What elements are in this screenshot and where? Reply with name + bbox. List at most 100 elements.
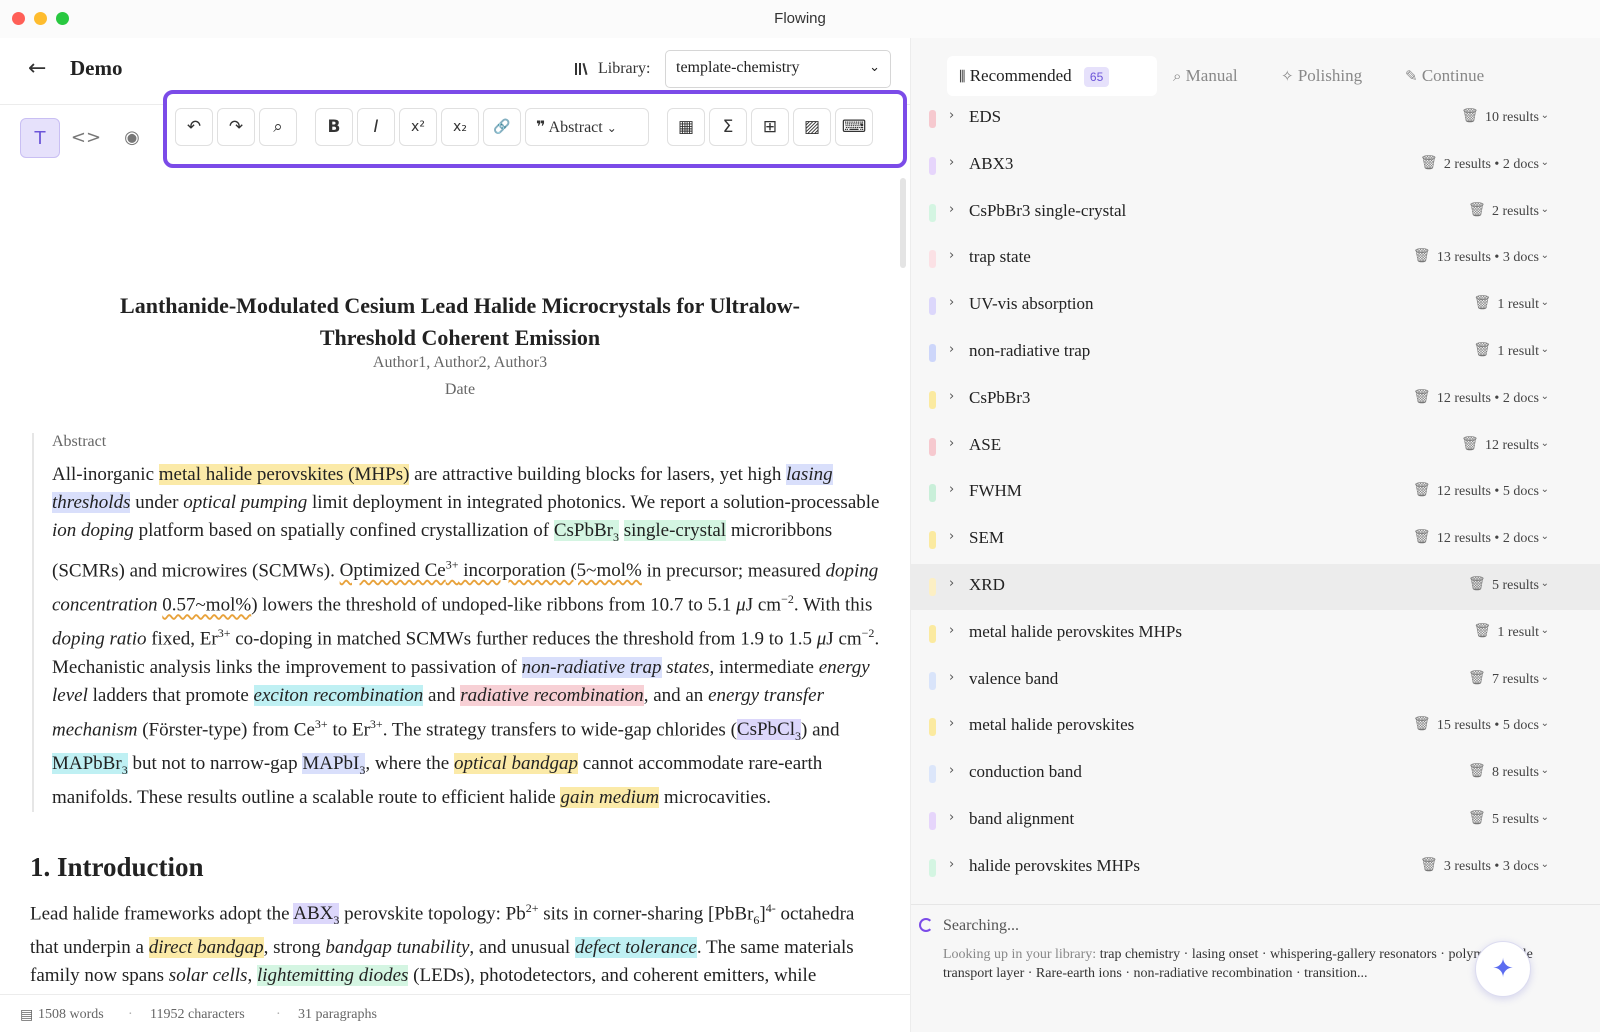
chevron-right-icon[interactable]: › (949, 202, 954, 217)
chevron-down-icon[interactable]: ⌄ (1541, 391, 1549, 402)
list-item[interactable]: › non-radiative trap 1 result 🗑 ⌄ (911, 330, 1600, 376)
trash-icon[interactable]: 🗑 (1413, 389, 1431, 405)
list-item[interactable]: › trap state 13 results • 3 docs 🗑 ⌄ (911, 236, 1600, 282)
trash-icon[interactable]: 🗑 (1468, 670, 1486, 686)
list-item[interactable]: › metal halide perovskites MHPs 1 result 🗑 ⌄ (911, 611, 1600, 657)
subscript-icon[interactable]: x₂ (441, 108, 479, 146)
chevron-right-icon[interactable]: › (949, 248, 954, 263)
chevron-right-icon[interactable]: › (949, 529, 954, 544)
chevron-right-icon[interactable]: › (949, 295, 954, 310)
preview-mode-icon[interactable]: ◉ (112, 118, 152, 158)
undo-icon[interactable]: ↶ (175, 108, 213, 146)
chevron-down-icon[interactable]: ⌄ (1541, 344, 1549, 355)
chevron-down-icon[interactable]: ⌄ (1541, 250, 1549, 261)
chevron-right-icon[interactable]: › (949, 482, 954, 497)
tab-manual[interactable]: ⌕ Manual (1161, 56, 1250, 96)
list-item[interactable]: › band alignment 5 results 🗑 ⌄ (911, 798, 1600, 844)
ai-assistant-sparkle-icon[interactable]: ✦ (1475, 941, 1531, 997)
chevron-right-icon[interactable]: › (949, 623, 954, 638)
bold-icon[interactable]: B (315, 108, 353, 146)
trash-icon[interactable]: 🗑 (1461, 108, 1479, 124)
trash-icon[interactable]: 🗑 (1473, 623, 1491, 639)
library-select[interactable]: template-chemistry ⌄ (665, 50, 891, 88)
trash-icon[interactable]: 🗑 (1473, 342, 1491, 358)
tab-polishing[interactable]: ✧ Polishing (1269, 56, 1374, 96)
chevron-down-icon[interactable]: ⌄ (1541, 484, 1549, 495)
chevron-right-icon[interactable]: › (949, 108, 954, 123)
tab-recommended[interactable]: ⫼ Recommended 65 (947, 56, 1157, 96)
chevron-right-icon[interactable]: › (949, 576, 954, 591)
list-item[interactable]: › CsPbBr3 12 results • 2 docs 🗑 ⌄ (911, 377, 1600, 423)
text-mode-icon[interactable]: T (20, 118, 60, 158)
image-icon[interactable]: ▨ (793, 108, 831, 146)
quote-icon: ❞ (536, 117, 546, 136)
trash-icon[interactable]: 🗑 (1420, 857, 1438, 873)
list-item[interactable]: › conduction band 8 results 🗑 ⌄ (911, 751, 1600, 797)
trash-icon[interactable]: 🗑 (1413, 482, 1431, 498)
trash-icon[interactable]: 🗑 (1468, 810, 1486, 826)
block-style-dropdown[interactable]: ❞ Abstract ⌄ (525, 108, 649, 146)
chevron-down-icon[interactable]: ⌄ (1541, 625, 1549, 636)
list-item[interactable]: › XRD 5 results 🗑 ⌄ (911, 564, 1600, 610)
chevron-down-icon[interactable]: ⌄ (1541, 578, 1549, 589)
trash-icon[interactable]: 🗑 (1413, 529, 1431, 545)
trash-icon[interactable]: 🗑 (1468, 576, 1486, 592)
chevron-right-icon[interactable]: › (949, 857, 954, 872)
chevron-right-icon[interactable]: › (949, 342, 954, 357)
list-item[interactable]: › halide perovskites MHPs 3 results • 3 do… (911, 845, 1600, 891)
chevron-down-icon[interactable]: ⌄ (1541, 438, 1549, 449)
chevron-down-icon[interactable]: ⌄ (1541, 204, 1549, 215)
list-item[interactable]: › EDS 10 results 🗑 ⌄ (911, 96, 1600, 142)
chevron-down-icon[interactable]: ⌄ (1541, 531, 1549, 542)
chevron-down-icon[interactable]: ⌄ (1541, 718, 1549, 729)
link-icon[interactable]: 🔗 (483, 108, 521, 146)
trash-icon[interactable]: 🗑 (1461, 436, 1479, 452)
chevron-down-icon[interactable]: ⌄ (1541, 297, 1549, 308)
trash-icon[interactable]: 🗑 (1468, 763, 1486, 779)
chevron-down-icon[interactable]: ⌄ (1541, 859, 1549, 870)
chevron-down-icon[interactable]: ⌄ (1541, 157, 1549, 168)
searching-label: Searching... (943, 917, 1019, 934)
back-arrow-icon[interactable]: ← (28, 56, 54, 82)
keyboard-icon[interactable]: ⌨ (835, 108, 873, 146)
list-item[interactable]: › metal halide perovskites 15 results • 5 … (911, 704, 1600, 750)
document-editor[interactable]: Lanthanide-Modulated Cesium Lead Halide … (0, 178, 900, 994)
code-mode-icon[interactable]: <> (66, 118, 106, 158)
chevron-right-icon[interactable]: › (949, 810, 954, 825)
list-item[interactable]: › SEM 12 results • 2 docs 🗑 ⌄ (911, 517, 1600, 563)
table-icon[interactable]: ⊞ (751, 108, 789, 146)
chevron-right-icon[interactable]: › (949, 155, 954, 170)
trash-icon[interactable]: 🗑 (1420, 155, 1438, 171)
list-item[interactable]: › valence band 7 results 🗑 ⌄ (911, 658, 1600, 704)
chevron-right-icon[interactable]: › (949, 763, 954, 778)
sigma-icon[interactable]: Σ (709, 108, 747, 146)
list-item-label: conduction band (969, 762, 1082, 782)
list-item[interactable]: › ASE 12 results 🗑 ⌄ (911, 424, 1600, 470)
chevron-right-icon[interactable]: › (949, 670, 954, 685)
italic-icon[interactable]: I (357, 108, 395, 146)
editor-scrollbar[interactable] (900, 178, 906, 268)
search-icon[interactable]: ⌕ (259, 108, 297, 146)
list-item[interactable]: › CsPbBr3 single-crystal 2 results 🗑 ⌄ (911, 190, 1600, 236)
abstract-label: Abstract (52, 433, 107, 450)
list-item[interactable]: › UV-vis absorption 1 result 🗑 ⌄ (911, 283, 1600, 329)
chevron-right-icon[interactable]: › (949, 436, 954, 451)
chevron-right-icon[interactable]: › (949, 716, 954, 731)
chevron-right-icon[interactable]: › (949, 389, 954, 404)
trash-icon[interactable]: 🗑 (1413, 716, 1431, 732)
trash-icon[interactable]: 🗑 (1468, 202, 1486, 218)
superscript-icon[interactable]: x² (399, 108, 437, 146)
redo-icon[interactable]: ↷ (217, 108, 255, 146)
chevron-down-icon[interactable]: ⌄ (1541, 672, 1549, 683)
chevron-down-icon[interactable]: ⌄ (1541, 765, 1549, 776)
chevron-down-icon[interactable]: ⌄ (1541, 110, 1549, 121)
trash-icon[interactable]: 🗑 (1473, 295, 1491, 311)
trash-icon[interactable]: 🗑 (1413, 248, 1431, 264)
tab-continue[interactable]: ✎ Continue (1393, 56, 1496, 96)
list-item[interactable]: › ABX3 2 results • 2 docs 🗑 ⌄ (911, 143, 1600, 189)
calculator-icon[interactable]: ▦ (667, 108, 705, 146)
abstract-text[interactable]: All-inorganic metal halide perovskites (… (52, 461, 882, 812)
introduction-text[interactable]: Lead halide frameworks adopt the ABX3 pe… (30, 894, 870, 994)
list-item[interactable]: › FWHM 12 results • 5 docs 🗑 ⌄ (911, 470, 1600, 516)
chevron-down-icon[interactable]: ⌄ (1541, 812, 1549, 823)
